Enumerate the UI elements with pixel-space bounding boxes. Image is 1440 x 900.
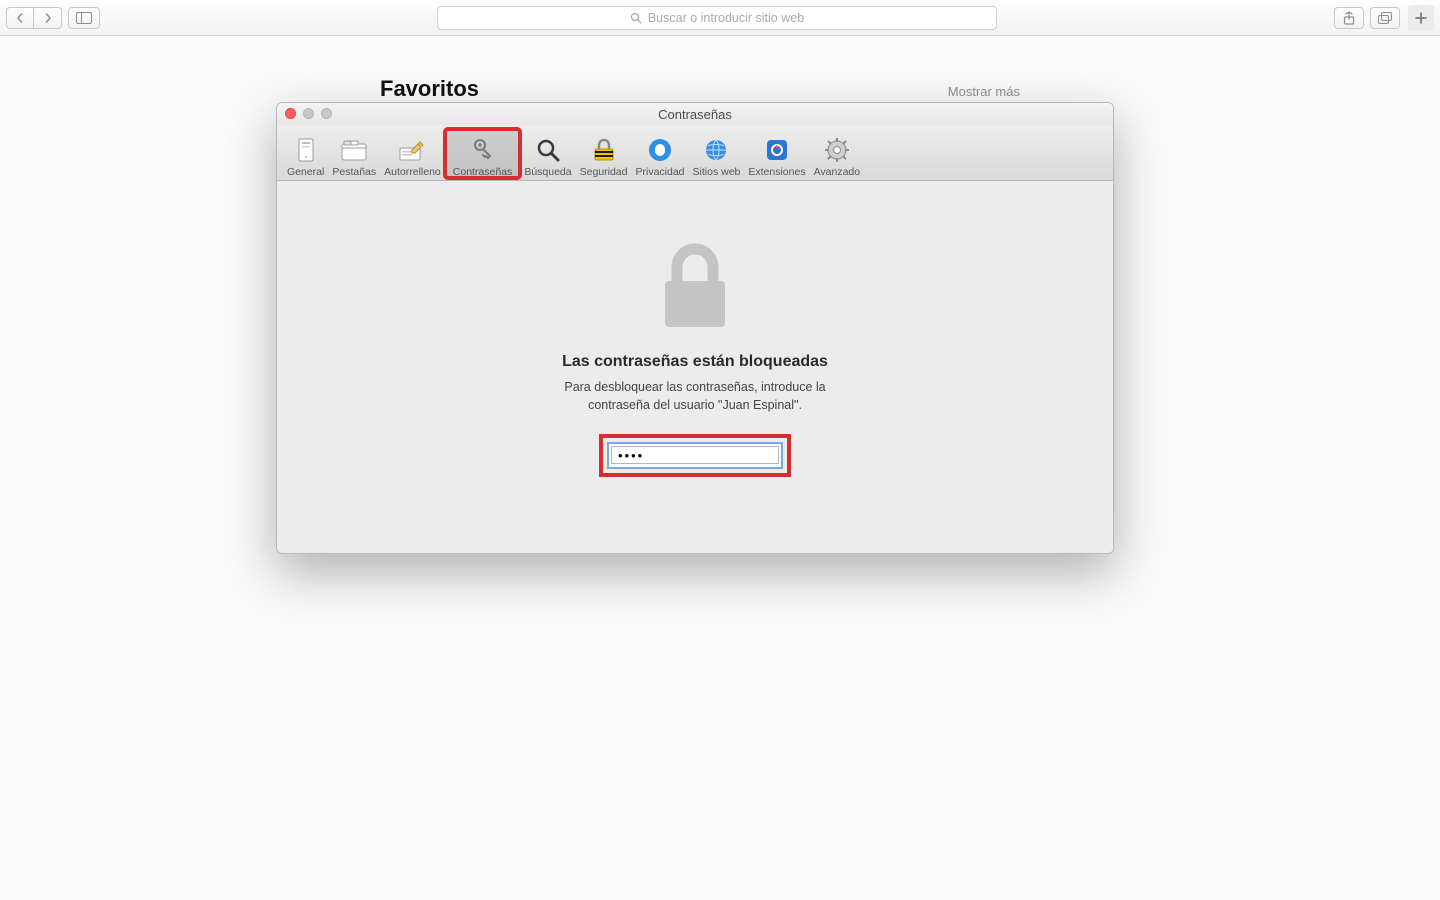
security-icon	[589, 135, 619, 165]
extensions-icon	[762, 135, 792, 165]
search-pref-icon	[533, 135, 563, 165]
tab-label: Extensiones	[748, 166, 805, 178]
window-controls	[285, 108, 332, 119]
sidebar-toggle-button[interactable]	[68, 7, 100, 29]
forward-button[interactable]	[34, 7, 62, 29]
page-content: Favoritos Mostrar más Contraseñas Genera…	[0, 36, 1440, 900]
tab-label: Sitios web	[693, 166, 741, 178]
lock-icon	[657, 241, 733, 333]
new-tab-button[interactable]	[1408, 5, 1434, 31]
globe-icon	[701, 135, 731, 165]
key-icon	[468, 135, 498, 165]
tab-label: Privacidad	[635, 166, 684, 178]
favorites-header: Favoritos Mostrar más	[380, 76, 1020, 102]
locked-title: Las contraseñas están bloqueadas	[562, 353, 828, 371]
privacy-icon	[645, 135, 675, 165]
tab-privacy[interactable]: Privacidad	[631, 129, 688, 178]
chevron-right-icon	[43, 13, 53, 23]
share-icon	[1343, 11, 1355, 25]
favorites-title: Favoritos	[380, 76, 479, 102]
tab-websites[interactable]: Sitios web	[689, 129, 745, 178]
tab-search[interactable]: Búsqueda	[520, 129, 575, 178]
tab-label: Búsqueda	[524, 166, 571, 178]
tab-advanced[interactable]: Avanzado	[810, 129, 865, 178]
chevron-left-icon	[15, 13, 25, 23]
search-icon	[630, 12, 642, 24]
unlock-password-input[interactable]	[611, 446, 779, 464]
locked-subtitle: Para desbloquear las contraseñas, introd…	[545, 379, 845, 414]
autofill-icon	[397, 135, 427, 165]
sidebar-icon	[76, 12, 92, 24]
preferences-body: Las contraseñas están bloqueadas Para de…	[277, 181, 1113, 554]
window-maximize-button[interactable]	[321, 108, 332, 119]
tab-passwords[interactable]: Contraseñas	[445, 129, 521, 178]
tab-autofill[interactable]: Autorrelleno	[380, 129, 445, 178]
plus-icon	[1415, 12, 1427, 24]
back-button[interactable]	[6, 7, 34, 29]
window-close-button[interactable]	[285, 108, 296, 119]
tab-label: Seguridad	[580, 166, 628, 178]
preferences-window: Contraseñas General Pestañas Autorrellen	[276, 102, 1114, 554]
tab-label: Autorrelleno	[384, 166, 441, 178]
preferences-title: Contraseñas	[658, 107, 732, 122]
tab-label: Avanzado	[814, 166, 861, 178]
preferences-toolbar: General Pestañas Autorrelleno Contraseña…	[277, 125, 1113, 181]
tab-extensions[interactable]: Extensiones	[744, 129, 809, 178]
password-field-focus-ring	[607, 442, 783, 469]
tab-label: Pestañas	[332, 166, 376, 178]
tab-label: Contraseñas	[453, 166, 513, 178]
address-placeholder: Buscar o introducir sitio web	[648, 11, 804, 25]
tabs-pref-icon	[339, 135, 369, 165]
browser-toolbar: Buscar o introducir sitio web	[0, 0, 1440, 36]
tab-tabs[interactable]: Pestañas	[328, 129, 380, 178]
preferences-titlebar[interactable]: Contraseñas	[277, 103, 1113, 125]
general-icon	[291, 135, 321, 165]
address-bar[interactable]: Buscar o introducir sitio web	[437, 6, 997, 30]
tabs-icon	[1378, 12, 1392, 24]
window-minimize-button[interactable]	[303, 108, 314, 119]
tab-label: General	[287, 166, 324, 178]
share-button[interactable]	[1334, 7, 1364, 29]
toolbar-right	[1334, 7, 1400, 29]
password-field-highlight	[599, 434, 791, 477]
show-more-link[interactable]: Mostrar más	[948, 84, 1020, 99]
tabs-button[interactable]	[1370, 7, 1400, 29]
tab-security[interactable]: Seguridad	[576, 129, 632, 178]
tab-general[interactable]: General	[283, 129, 328, 178]
gear-icon	[822, 135, 852, 165]
nav-segment	[6, 7, 62, 29]
